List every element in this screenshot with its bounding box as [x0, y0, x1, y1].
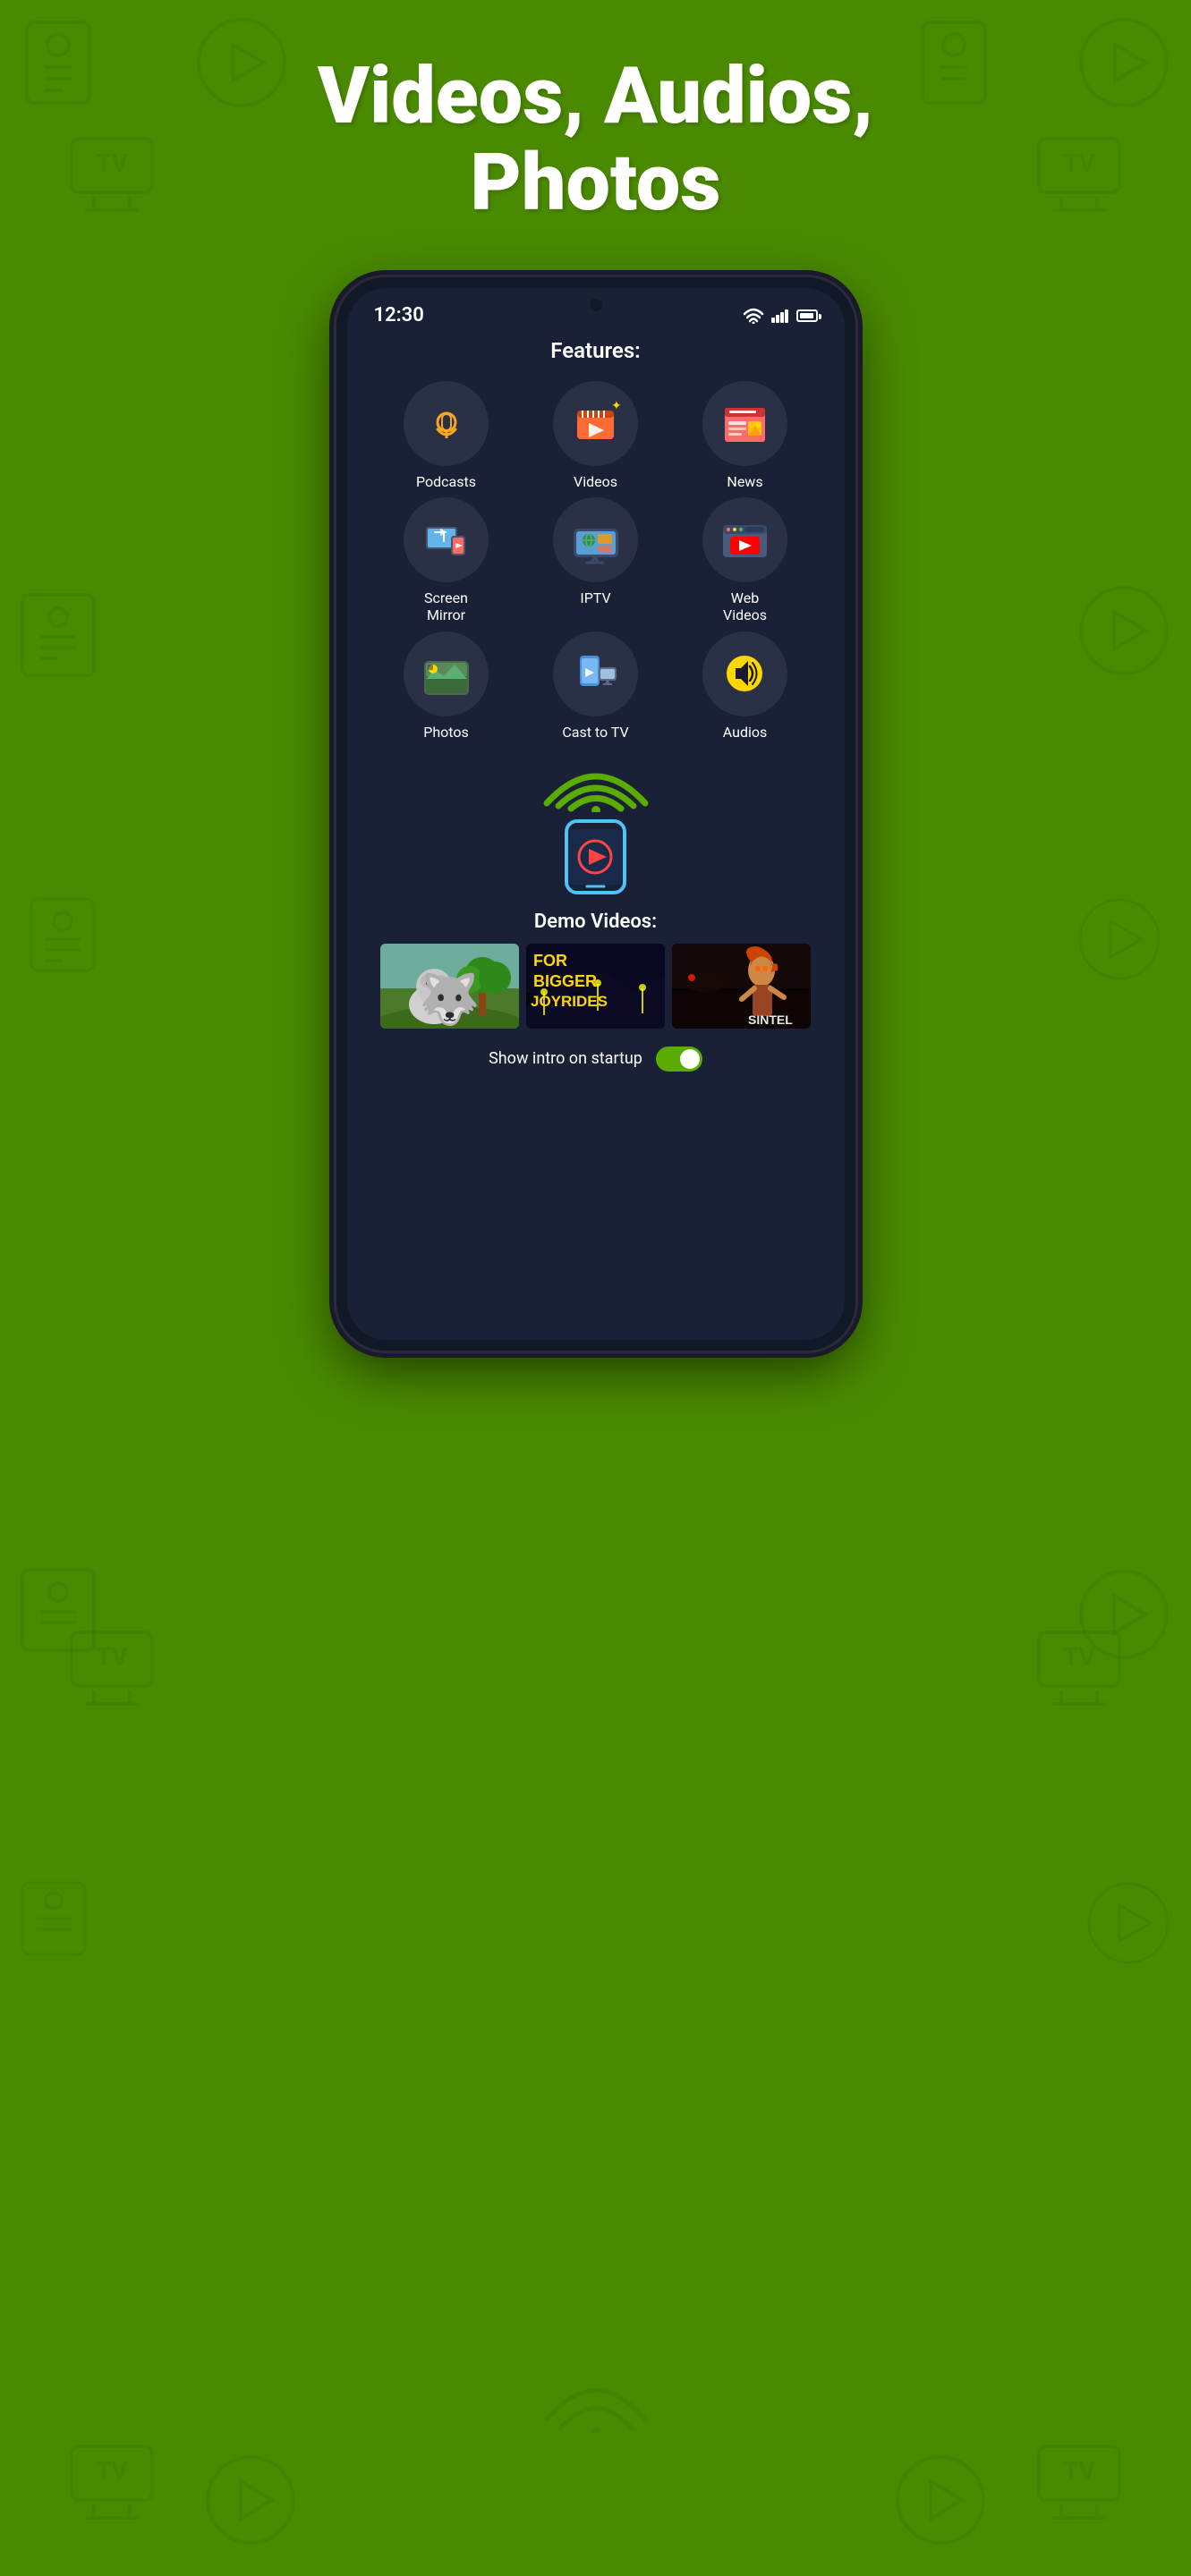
phone-frame: 12:30: [336, 277, 855, 1351]
bg-deco-icon-6: [1075, 581, 1173, 680]
bg-deco-circle-bottom: [201, 2451, 300, 2549]
feature-photos[interactable]: Photos: [374, 631, 519, 741]
wifi-arcs-large: [542, 754, 650, 812]
feature-cast-to-tv[interactable]: Cast to TV: [523, 631, 668, 741]
news-circle[interactable]: [702, 381, 787, 466]
cast-to-tv-circle[interactable]: [553, 631, 638, 716]
videos-icon: ✦: [566, 394, 625, 453]
cast-to-tv-label: Cast to TV: [562, 724, 628, 741]
photos-circle[interactable]: [404, 631, 489, 716]
phone-mockup: 12:30: [336, 277, 855, 1351]
status-bar: 12:30: [347, 288, 845, 334]
bg-deco-icon-9: [27, 894, 98, 975]
header-title-area: Videos, Audios, Photos: [0, 54, 1191, 227]
demo-thumbnail-1[interactable]: [380, 944, 519, 1029]
feature-web-videos[interactable]: Web Videos: [673, 497, 818, 623]
videos-label: Videos: [574, 473, 617, 490]
toggle-row: Show intro on startup: [365, 1038, 827, 1080]
videos-circle[interactable]: ✦: [553, 381, 638, 466]
bg-deco-tv-6: TV: [1034, 2442, 1124, 2522]
features-label: Features:: [365, 338, 827, 363]
audios-label: Audios: [723, 724, 767, 741]
features-grid: Podcasts: [365, 381, 827, 741]
bg-deco-icon-10: [1075, 894, 1164, 984]
phone-screen: 12:30: [347, 288, 845, 1340]
thumbnail-joyrides-img: FOR BIGGER JOYRIDES: [526, 944, 665, 1029]
bg-deco-wifi: [538, 2370, 654, 2433]
web-videos-circle[interactable]: [702, 497, 787, 582]
iptv-icon: [566, 511, 625, 569]
cast-wifi-section: [365, 754, 827, 897]
web-videos-icon: [716, 511, 774, 569]
svg-text:TV: TV: [96, 1642, 129, 1672]
bg-deco-icon-11: [18, 1878, 89, 1959]
toggle-label: Show intro on startup: [489, 1049, 642, 1068]
demo-thumbnail-2[interactable]: FOR BIGGER JOYRIDES: [526, 944, 665, 1029]
bg-deco-icon-5: [18, 590, 98, 680]
feature-news[interactable]: News: [673, 381, 818, 490]
feature-screen-mirror[interactable]: Screen Mirror: [374, 497, 519, 623]
screen-content: Features:: [347, 338, 845, 1080]
wifi-icon: [743, 308, 764, 324]
signal-icon: [771, 309, 789, 323]
page-title: Videos, Audios, Photos: [0, 54, 1191, 227]
svg-text:FOR: FOR: [533, 952, 567, 970]
screen-mirror-circle[interactable]: [404, 497, 489, 582]
bg-deco-tv-4: TV: [1034, 1628, 1124, 1708]
thumbnail-animal-img: [380, 944, 519, 1029]
iptv-circle[interactable]: [553, 497, 638, 582]
battery-icon: [796, 309, 818, 322]
feature-podcasts[interactable]: Podcasts: [374, 381, 519, 490]
podcasts-label: Podcasts: [416, 473, 476, 490]
podcasts-circle[interactable]: [404, 381, 489, 466]
bg-deco-tv-3: TV: [67, 1628, 157, 1708]
bg-deco-icon-7: [18, 1565, 98, 1655]
photos-icon: [417, 645, 475, 703]
svg-text:SINTEL: SINTEL: [748, 1013, 793, 1027]
status-icons: [743, 308, 818, 324]
svg-text:TV: TV: [1063, 1642, 1096, 1672]
news-icon: [716, 394, 774, 453]
svg-text:✦: ✦: [611, 399, 622, 413]
phone-device-icon: [562, 817, 629, 897]
svg-text:BIGGER: BIGGER: [533, 972, 597, 990]
demo-videos-section: Demo Videos:: [365, 897, 827, 1038]
photos-label: Photos: [423, 724, 469, 741]
toggle-switch[interactable]: [656, 1046, 702, 1072]
bg-deco-tv-5: TV: [67, 2442, 157, 2522]
podcasts-icon: [420, 397, 473, 451]
thumbnail-sintel-img: SINTEL: [672, 944, 811, 1029]
audios-icon: [716, 645, 774, 703]
screen-mirror-label: Screen Mirror: [424, 589, 468, 623]
svg-text:TV: TV: [96, 2456, 129, 2486]
svg-text:TV: TV: [1063, 2456, 1096, 2486]
bg-deco-circle-bottom-2: [891, 2451, 990, 2549]
iptv-label: IPTV: [580, 589, 610, 606]
feature-iptv[interactable]: IPTV: [523, 497, 668, 623]
demo-videos-label: Demo Videos:: [374, 911, 818, 933]
screen-mirror-icon: [417, 511, 475, 569]
svg-text:JOYRIDES: JOYRIDES: [531, 993, 608, 1010]
feature-videos[interactable]: ✦ Videos: [523, 381, 668, 490]
feature-audios[interactable]: Audios: [673, 631, 818, 741]
demo-thumbnail-3[interactable]: SINTEL: [672, 944, 811, 1029]
web-videos-label: Web Videos: [723, 589, 767, 623]
cast-to-tv-icon: [566, 645, 625, 703]
demo-thumbnails: FOR BIGGER JOYRIDES: [374, 944, 818, 1029]
bg-deco-icon-12: [1084, 1878, 1173, 1968]
audios-circle[interactable]: [702, 631, 787, 716]
toggle-knob: [680, 1049, 700, 1069]
status-time: 12:30: [374, 304, 424, 326]
news-label: News: [727, 473, 762, 490]
bg-deco-icon-8: [1075, 1565, 1173, 1664]
